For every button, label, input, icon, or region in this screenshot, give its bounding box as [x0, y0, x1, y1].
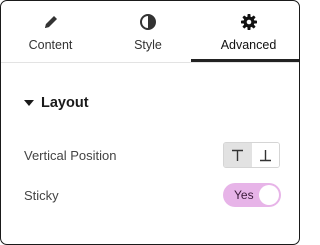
pencil-icon: [44, 16, 57, 28]
tab-content[interactable]: Content: [1, 1, 100, 62]
contrast-icon: [140, 14, 156, 30]
section-title: Layout: [41, 95, 89, 111]
align-top-icon: [232, 149, 243, 161]
tab-style-label: Style: [134, 38, 162, 52]
tab-advanced[interactable]: Advanced: [196, 1, 299, 62]
vertical-position-bottom-button[interactable]: [252, 143, 279, 167]
tab-divider: [1, 62, 299, 63]
sticky-label: Sticky: [24, 188, 59, 203]
tab-bar: Content Style Advanced: [1, 1, 299, 62]
toggle-knob: [259, 185, 279, 205]
sticky-toggle-text: Yes: [234, 188, 254, 202]
gear-icon: [240, 14, 257, 30]
tab-content-label: Content: [28, 38, 73, 52]
vertical-position-top-button[interactable]: [224, 143, 253, 167]
vertical-position-label: Vertical Position: [24, 148, 117, 163]
tab-style[interactable]: Style: [100, 1, 196, 62]
vertical-position-control: [223, 142, 280, 168]
sticky-toggle[interactable]: Yes: [223, 183, 281, 207]
caret-down-icon: [24, 100, 34, 106]
align-bottom-icon: [260, 150, 271, 162]
editor-panel: Content Style Advanced Layout Vertical P…: [0, 0, 300, 245]
tab-advanced-label: Advanced: [220, 38, 277, 52]
